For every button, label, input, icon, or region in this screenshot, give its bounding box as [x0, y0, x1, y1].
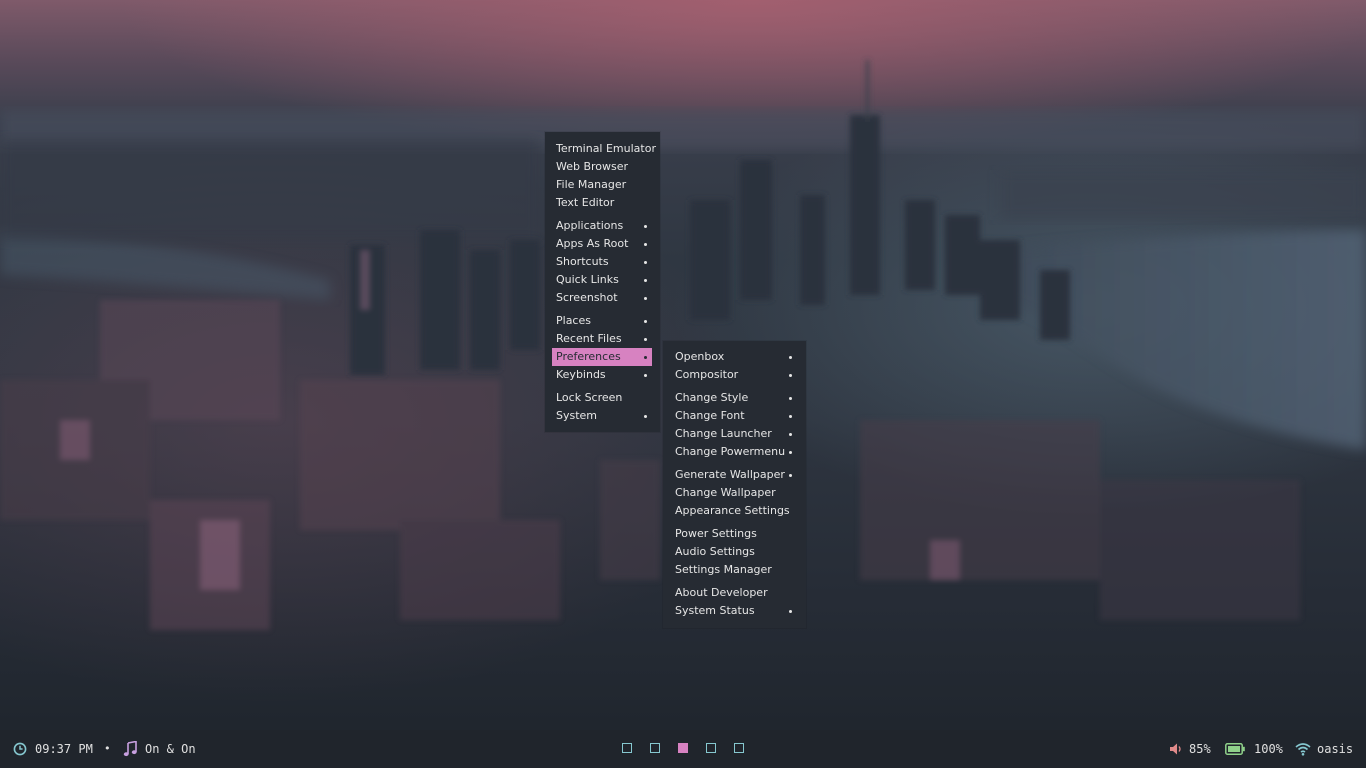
menu-item-terminal-emulator[interactable]: Terminal Emulator	[552, 140, 656, 158]
submenu-arrow-icon	[789, 396, 792, 400]
menu-item-label: Quick Links	[556, 273, 619, 286]
menu-item-system[interactable]: System	[552, 407, 652, 425]
menu-item-change-launcher[interactable]: Change Launcher	[675, 425, 797, 443]
menu-item-label: Web Browser	[556, 160, 629, 173]
workspace-5[interactable]	[734, 743, 744, 753]
menu-item-compositor[interactable]: Compositor	[675, 366, 797, 384]
volume-icon	[1170, 743, 1181, 755]
menu-item-label: Audio Settings	[675, 545, 755, 558]
menu-item-label: Appearance Settings	[675, 504, 790, 517]
menu-item-places[interactable]: Places	[552, 312, 652, 330]
menu-item-label: Change Launcher	[675, 427, 772, 440]
menu-item-screenshot[interactable]: Screenshot	[552, 289, 652, 307]
music-note-icon	[123, 741, 137, 757]
music-track: On & On	[145, 742, 196, 756]
menu-item-power-settings[interactable]: Power Settings	[675, 525, 797, 543]
submenu-arrow-icon	[789, 609, 792, 613]
submenu-arrow-icon	[644, 373, 647, 377]
menu-item-text-editor[interactable]: Text Editor	[552, 194, 652, 212]
workspace-3[interactable]	[678, 743, 688, 753]
menu-item-about-developer[interactable]: About Developer	[675, 584, 797, 602]
menu-item-label: Recent Files	[556, 332, 622, 345]
menu-item-label: Places	[556, 314, 591, 327]
menu-item-applications[interactable]: Applications	[552, 217, 652, 235]
submenu-arrow-icon	[789, 355, 792, 359]
menu-item-label: System Status	[675, 604, 755, 617]
menu-item-label: Terminal Emulator	[556, 142, 656, 155]
submenu-arrow-icon	[644, 242, 647, 246]
menu-item-web-browser[interactable]: Web Browser	[552, 158, 652, 176]
menu-item-label: About Developer	[675, 586, 768, 599]
submenu-arrow-icon	[644, 319, 647, 323]
menu-item-keybinds[interactable]: Keybinds	[552, 366, 652, 384]
menu-item-apps-as-root[interactable]: Apps As Root	[552, 235, 652, 253]
workspace-4[interactable]	[706, 743, 716, 753]
menu-item-label: Screenshot	[556, 291, 618, 304]
menu-item-label: Change Wallpaper	[675, 486, 776, 499]
menu-item-audio-settings[interactable]: Audio Settings	[675, 543, 797, 561]
menu-item-label: Lock Screen	[556, 391, 623, 404]
preferences-submenu: Openbox Compositor Change Style Change F…	[663, 341, 806, 628]
submenu-arrow-icon	[644, 414, 647, 418]
menu-item-label: Generate Wallpaper	[675, 468, 785, 481]
submenu-arrow-icon	[789, 473, 792, 477]
menu-item-recent-files[interactable]: Recent Files	[552, 330, 652, 348]
menu-item-label: Keybinds	[556, 368, 606, 381]
submenu-arrow-icon	[644, 296, 647, 300]
submenu-arrow-icon	[644, 355, 647, 359]
menu-item-label: System	[556, 409, 598, 422]
menu-item-change-wallpaper[interactable]: Change Wallpaper	[675, 484, 797, 502]
submenu-arrow-icon	[789, 450, 792, 454]
taskbar: 09:37 PM • On & On 85% 100% oasis	[0, 730, 1366, 768]
menu-item-lock-screen[interactable]: Lock Screen	[552, 389, 652, 407]
menu-item-openbox[interactable]: Openbox	[675, 348, 797, 366]
submenu-arrow-icon	[644, 278, 647, 282]
menu-item-label: Compositor	[675, 368, 739, 381]
menu-item-label: Openbox	[675, 350, 725, 363]
network-ssid: oasis	[1317, 742, 1354, 756]
menu-item-label: Change Style	[675, 391, 749, 404]
bar-separator: •	[104, 742, 111, 755]
menu-item-label: Settings Manager	[675, 563, 772, 576]
menu-item-shortcuts[interactable]: Shortcuts	[552, 253, 652, 271]
menu-item-change-font[interactable]: Change Font	[675, 407, 797, 425]
battery-level: 100%	[1254, 742, 1283, 756]
menu-item-label: File Manager	[556, 178, 627, 191]
menu-item-label: Preferences	[556, 350, 621, 363]
menu-item-label: Change Powermenu	[675, 445, 786, 458]
volume-level: 85%	[1189, 742, 1211, 756]
submenu-arrow-icon	[644, 224, 647, 228]
menu-item-file-manager[interactable]: File Manager	[552, 176, 652, 194]
menu-item-appearance-settings[interactable]: Appearance Settings	[675, 502, 797, 520]
menu-item-quick-links[interactable]: Quick Links	[552, 271, 652, 289]
menu-item-label: Change Font	[675, 409, 745, 422]
submenu-arrow-icon	[789, 432, 792, 436]
clock-icon	[13, 742, 27, 756]
submenu-arrow-icon	[644, 260, 647, 264]
workspace-2[interactable]	[650, 743, 660, 753]
menu-item-label: Power Settings	[675, 527, 757, 540]
clock-time: 09:37 PM	[35, 742, 93, 756]
menu-item-label: Shortcuts	[556, 255, 609, 268]
menu-item-label: Applications	[556, 219, 624, 232]
menu-item-label: Text Editor	[556, 196, 615, 209]
wifi-icon	[1295, 743, 1311, 756]
menu-item-settings-manager[interactable]: Settings Manager	[675, 561, 797, 579]
menu-item-change-style[interactable]: Change Style	[675, 389, 797, 407]
submenu-arrow-icon	[789, 414, 792, 418]
workspace-1[interactable]	[622, 743, 632, 753]
menu-item-generate-wallpaper[interactable]: Generate Wallpaper	[675, 466, 797, 484]
root-menu: Terminal Emulator Web Browser File Manag…	[545, 132, 660, 432]
menu-item-label: Apps As Root	[556, 237, 629, 250]
battery-icon	[1225, 743, 1245, 755]
menu-item-preferences[interactable]: Preferences	[552, 348, 652, 366]
submenu-arrow-icon	[789, 373, 792, 377]
menu-item-change-powermenu[interactable]: Change Powermenu	[675, 443, 797, 461]
menu-item-system-status[interactable]: System Status	[675, 602, 797, 620]
submenu-arrow-icon	[644, 337, 647, 341]
